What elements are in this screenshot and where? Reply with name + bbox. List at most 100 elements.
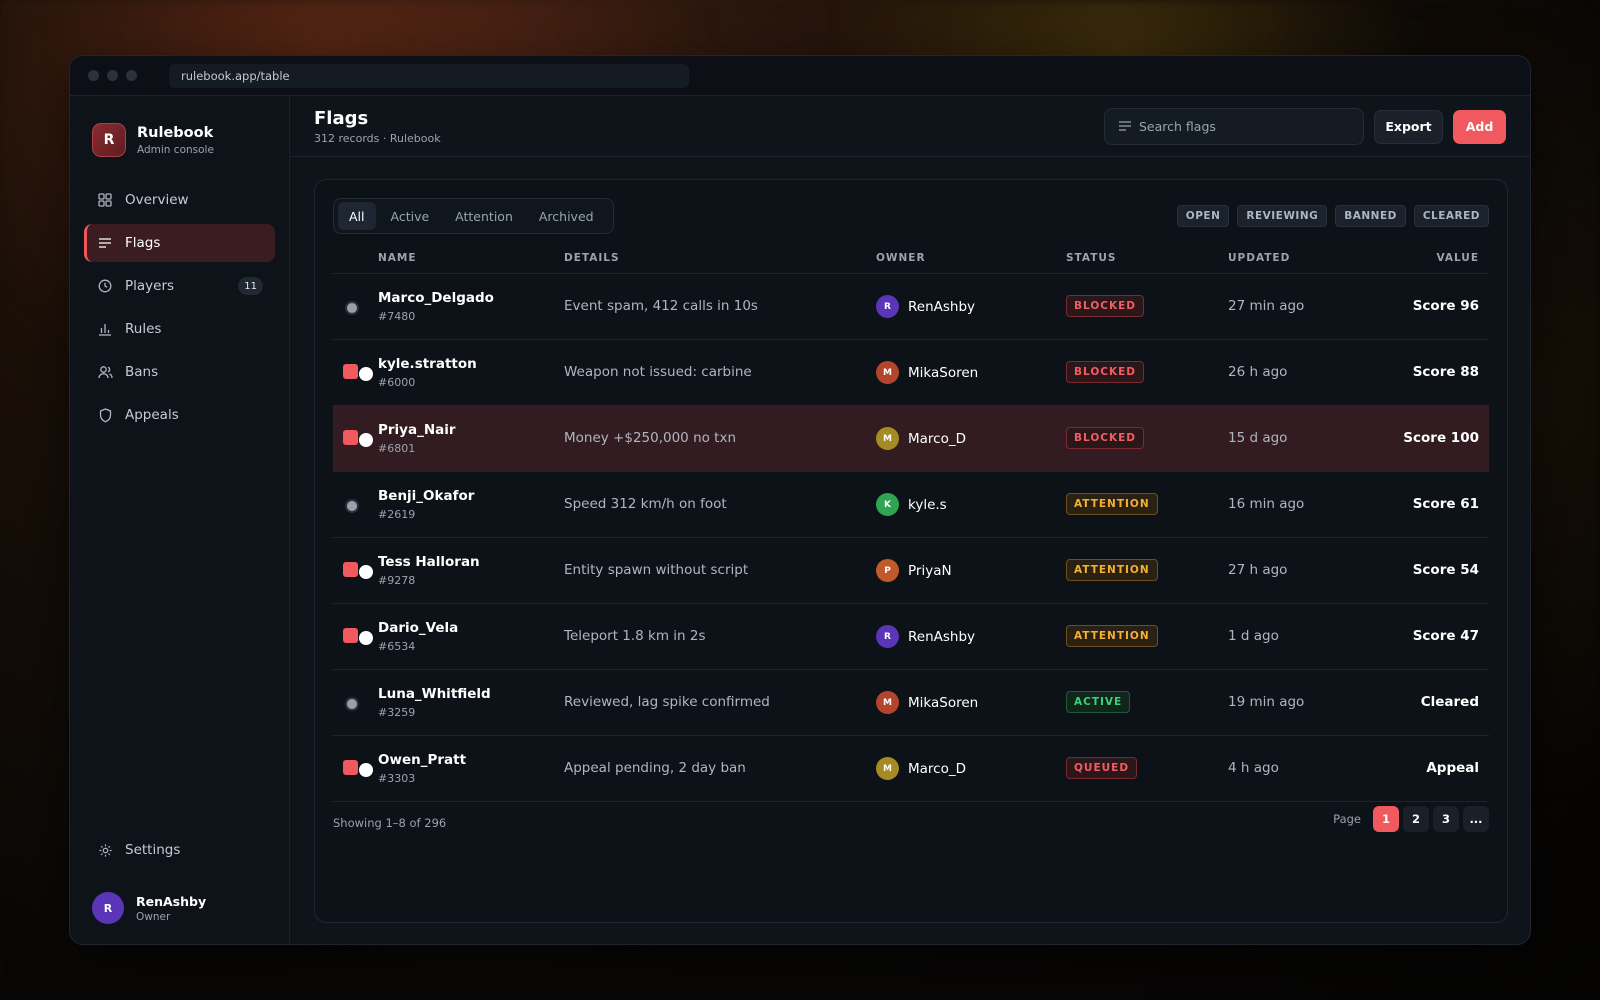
owner-cell: M Marco_D [876,427,966,450]
column-header-updated[interactable]: UPDATED [1228,252,1290,264]
sidebar-item-appeals[interactable]: Appeals [84,396,275,434]
sidebar-item-flags[interactable]: Flags [84,224,275,262]
checkbox-checked-icon [343,760,358,775]
tab-active[interactable]: Active [380,202,441,230]
row-select-toggle[interactable] [343,760,373,780]
player-name[interactable]: Tess Halloran [378,554,480,570]
chip-reviewing[interactable]: REVIEWING [1237,205,1328,227]
player-cell: Priya_Nair #6801 [378,422,456,455]
row-select-radio[interactable] [343,496,373,516]
toggle-knob-icon [359,763,373,777]
table-row[interactable]: Luna_Whitfield #3259 Reviewed, lag spike c… [333,670,1489,736]
table-row[interactable]: Marco_Delgado #7480 Event spam, 412 calls … [333,274,1489,340]
updated-time: 15 d ago [1228,430,1288,446]
player-id: #3303 [378,772,416,785]
tab-all[interactable]: All [338,202,376,230]
status-filter-chips: OPEN REVIEWING BANNED CLEARED [1169,205,1489,227]
column-header-value[interactable]: VALUE [1436,252,1479,264]
updated-time: 19 min ago [1228,694,1305,710]
users-icon [97,364,113,380]
export-button[interactable]: Export [1374,109,1443,144]
checkbox-checked-icon [343,562,358,577]
row-select-radio[interactable] [343,298,373,318]
status-badge: QUEUED [1066,757,1138,779]
page-button-2[interactable]: 2 [1403,806,1429,832]
status-badge: BLOCKED [1066,361,1144,383]
sidebar-item-label: Bans [125,364,159,380]
table-row[interactable]: Owen_Pratt #3303 Appeal pending, 2 day ban… [333,736,1489,802]
player-name[interactable]: Luna_Whitfield [378,686,491,702]
sidebar-item-settings[interactable]: Settings [84,831,275,869]
value-cell: Cleared [1420,694,1479,710]
owner-avatar: M [876,361,899,384]
page-header: Flags 312 records · Rulebook Export Add [290,96,1530,157]
column-header-name[interactable]: NAME [378,252,417,264]
player-cell: Marco_Delgado #7480 [378,290,494,323]
page-button-1[interactable]: 1 [1373,806,1399,832]
window-close-dot[interactable] [88,70,99,81]
page-title: Flags [314,107,369,129]
sidebar-item-players[interactable]: Players 11 [84,267,275,305]
checkbox-checked-icon [343,628,358,643]
owner-avatar: R [876,625,899,648]
table-row[interactable]: Benji_Okafor #2619 Speed 312 km/h on foot K… [333,472,1489,538]
row-select-toggle[interactable] [343,430,373,450]
table-header: NAME DETAILS OWNER STATUS UPDATED VALUE [333,242,1489,274]
column-header-status[interactable]: STATUS [1066,252,1116,264]
table-row[interactable]: Priya_Nair #6801 Money +$250,000 no txn M Ma… [333,406,1489,472]
tab-attention[interactable]: Attention [444,202,524,230]
page-button-more[interactable]: ... [1463,806,1489,832]
row-select-toggle[interactable] [343,364,373,384]
table-row[interactable]: kyle.stratton #6000 Weapon not issued: car… [333,340,1489,406]
player-name[interactable]: kyle.stratton [378,356,477,372]
status-cell: ATTENTION [1066,559,1158,581]
status-cell: BLOCKED [1066,361,1144,383]
chip-cleared[interactable]: CLEARED [1413,205,1489,227]
player-name[interactable]: Benji_Okafor [378,488,474,504]
row-select-toggle[interactable] [343,562,373,582]
user-profile[interactable]: R RenAshby Owner [92,892,206,924]
player-name[interactable]: Dario_Vela [378,620,458,636]
url-bar[interactable]: rulebook.app/table [169,63,689,88]
pagination-label: Page [1333,812,1361,826]
page-button-3[interactable]: 3 [1433,806,1459,832]
clock-icon [97,278,113,294]
player-cell: Luna_Whitfield #3259 [378,686,491,719]
sidebar-item-overview[interactable]: Overview [84,181,275,219]
table-row[interactable]: Dario_Vela #6534 Teleport 1.8 km in 2s R Ren… [333,604,1489,670]
player-id: #6000 [378,376,416,389]
window-minimize-dot[interactable] [107,70,118,81]
updated-time: 27 min ago [1228,298,1305,314]
chip-open[interactable]: OPEN [1176,205,1230,227]
tab-archived[interactable]: Archived [528,202,605,230]
table-row[interactable]: Tess Halloran #9278 Entity spawn without s… [333,538,1489,604]
updated-time: 16 min ago [1228,496,1305,512]
window-maximize-dot[interactable] [126,70,137,81]
sidebar-item-rules[interactable]: Rules [84,310,275,348]
table-body: Marco_Delgado #7480 Event spam, 412 calls … [333,274,1489,802]
toggle-knob-icon [359,565,373,579]
value-cell: Score 54 [1412,562,1479,578]
row-select-radio[interactable] [343,694,373,714]
list-icon [97,235,113,251]
player-name[interactable]: Owen_Pratt [378,752,466,768]
owner-cell: M MikaSoren [876,691,978,714]
player-id: #7480 [378,310,416,323]
column-header-details[interactable]: DETAILS [564,252,620,264]
brand-logo: R [92,123,126,157]
toggle-knob-icon [359,367,373,381]
column-header-owner[interactable]: OWNER [876,252,926,264]
player-name[interactable]: Marco_Delgado [378,290,494,306]
chip-banned[interactable]: BANNED [1335,205,1406,227]
gear-icon [97,842,113,858]
player-cell: Tess Halloran #9278 [378,554,480,587]
row-select-toggle[interactable] [343,628,373,648]
status-cell: ATTENTION [1066,493,1158,515]
search-input[interactable] [1139,119,1339,134]
player-name[interactable]: Priya_Nair [378,422,456,438]
sidebar-item-bans[interactable]: Bans [84,353,275,391]
add-button[interactable]: Add [1453,109,1506,144]
value-cell: Score 88 [1412,364,1479,380]
pagination: Page 1 2 3 ... [1333,806,1489,832]
search-box[interactable] [1104,108,1364,145]
